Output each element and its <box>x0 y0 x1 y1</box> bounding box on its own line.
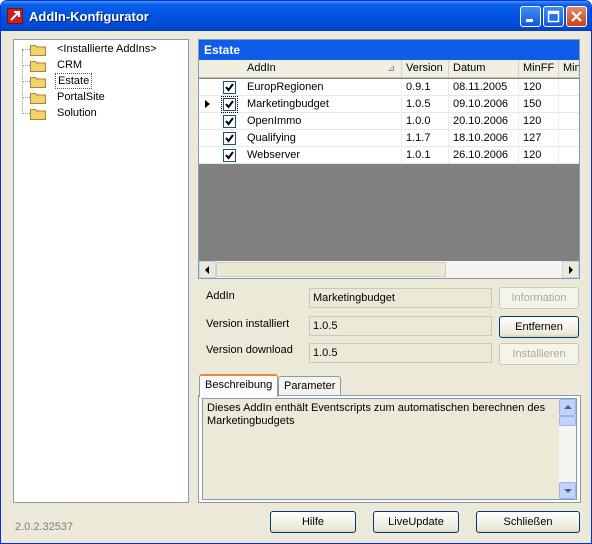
scroll-up-button[interactable] <box>559 399 576 416</box>
arrow-down-icon <box>564 489 572 493</box>
enabled-checkbox[interactable] <box>223 132 236 145</box>
column-header-datum[interactable]: Datum <box>449 60 519 78</box>
tree-item-label: PortalSite <box>57 91 105 103</box>
header-spacer <box>199 60 243 78</box>
cell-minff: 120 <box>519 113 559 130</box>
table-row[interactable]: OpenImmo 1.0.0 20.10.2006 120 <box>199 113 579 130</box>
cell-datum: 08.11.2005 <box>449 79 519 96</box>
scrollbar-thumb[interactable] <box>216 262 446 277</box>
tree-connector <box>22 49 30 50</box>
column-header-label: AddIn <box>247 62 276 74</box>
close-window-button[interactable] <box>566 6 587 27</box>
window-title: AddIn-Konfigurator <box>29 9 149 24</box>
scroll-right-button[interactable] <box>562 261 579 278</box>
description-text: Dieses AddIn enthält Eventscripts zum au… <box>207 402 546 427</box>
app-version: 2.0.2.32537 <box>15 521 74 533</box>
grid-header: AddIn ⊿ Version Datum MinFF Min <box>199 60 579 78</box>
cell-addin: OpenImmo <box>243 113 402 130</box>
vertical-scrollbar[interactable] <box>559 399 576 499</box>
folder-icon <box>30 61 46 72</box>
table-row-selected[interactable]: Marketingbudget 1.0.5 09.10.2006 150 <box>199 96 579 113</box>
install-button[interactable]: Installieren <box>499 343 579 365</box>
cell-minff: 127 <box>519 130 559 147</box>
help-button[interactable]: Hilfe <box>270 511 356 533</box>
tree-connector <box>22 113 30 114</box>
cell-addin: EuropRegionen <box>243 79 402 96</box>
addin-configurator-window: AddIn-Konfigurator <Installierte AddIns>… <box>0 0 592 544</box>
sort-indicator-icon: ⊿ <box>387 63 395 73</box>
title-bar[interactable]: AddIn-Konfigurator <box>1 1 591 31</box>
cell-minff: 150 <box>519 96 559 113</box>
version-download-label: Version download <box>206 344 293 356</box>
minimize-button[interactable] <box>520 6 541 27</box>
cell-version: 1.1.7 <box>402 130 449 147</box>
table-row[interactable]: Webserver 1.0.1 26.10.2006 120 <box>199 147 579 164</box>
addin-name-field: Marketingbudget <box>309 288 492 308</box>
liveupdate-button[interactable]: LiveUpdate <box>373 511 459 533</box>
enabled-checkbox[interactable] <box>221 96 238 113</box>
tab-parameter[interactable]: Parameter <box>278 376 342 396</box>
folder-icon <box>30 45 46 56</box>
tree-item-label: Solution <box>57 107 97 119</box>
folder-icon <box>30 93 46 104</box>
cell-version: 1.0.1 <box>402 147 449 164</box>
enabled-checkbox[interactable] <box>223 81 236 94</box>
table-row[interactable]: Qualifying 1.1.7 18.10.2006 127 <box>199 130 579 147</box>
close-button[interactable]: Schließen <box>476 511 580 533</box>
cell-addin: Qualifying <box>243 130 402 147</box>
maximize-button[interactable] <box>543 6 564 27</box>
scrollbar-thumb[interactable] <box>559 416 576 426</box>
cell-version: 1.0.0 <box>402 113 449 130</box>
cell-minff: 120 <box>519 79 559 96</box>
cell-addin: Marketingbudget <box>243 96 402 113</box>
cell-datum: 20.10.2006 <box>449 113 519 130</box>
tree-item-label: Estate <box>55 73 93 89</box>
app-icon <box>7 8 23 24</box>
cell-version: 1.0.5 <box>402 96 449 113</box>
description-textarea[interactable]: Dieses AddIn enthält Eventscripts zum au… <box>202 398 577 500</box>
enabled-checkbox[interactable] <box>223 149 236 162</box>
arrow-left-icon <box>205 266 209 274</box>
cell-datum: 18.10.2006 <box>449 130 519 147</box>
column-header-min[interactable]: Min <box>559 60 579 78</box>
tree-connector <box>22 81 30 82</box>
current-row-indicator-icon <box>205 100 210 108</box>
folder-icon <box>30 109 46 120</box>
addin-category-tree[interactable]: <Installierte AddIns> CRM Estate PortalS… <box>13 39 189 503</box>
tree-connector <box>22 65 30 66</box>
horizontal-scrollbar[interactable] <box>199 261 579 278</box>
tab-beschreibung[interactable]: Beschreibung <box>199 374 279 397</box>
enabled-checkbox[interactable] <box>223 115 236 128</box>
cell-version: 0.9.1 <box>402 79 449 96</box>
addin-label: AddIn <box>206 290 235 302</box>
version-installed-field: 1.0.5 <box>309 316 492 336</box>
version-download-field: 1.0.5 <box>309 343 492 363</box>
cell-datum: 26.10.2006 <box>449 147 519 164</box>
scroll-down-button[interactable] <box>559 482 576 499</box>
tree-item-label: <Installierte AddIns> <box>57 43 157 55</box>
cell-datum: 09.10.2006 <box>449 96 519 113</box>
cell-addin: Webserver <box>243 147 402 164</box>
cell-minff: 120 <box>519 147 559 164</box>
version-installed-label: Version installiert <box>206 318 290 330</box>
addin-grid[interactable]: Estate AddIn ⊿ Version Datum MinFF Min E… <box>198 39 580 279</box>
column-header-minff[interactable]: MinFF <box>519 60 559 78</box>
tree-connector <box>22 97 30 98</box>
column-header-version[interactable]: Version <box>402 60 449 78</box>
tree-item-label: CRM <box>57 59 83 71</box>
scroll-left-button[interactable] <box>199 261 216 278</box>
tree-connector <box>22 50 23 114</box>
information-button[interactable]: Information <box>499 287 579 309</box>
table-row[interactable]: EuropRegionen 0.9.1 08.11.2005 120 <box>199 79 579 96</box>
arrow-up-icon <box>564 405 572 409</box>
column-header-addin[interactable]: AddIn ⊿ <box>243 60 402 78</box>
remove-button[interactable]: Entfernen <box>499 316 579 338</box>
open-folder-icon <box>30 77 46 88</box>
grid-caption: Estate <box>199 40 579 60</box>
arrow-right-icon <box>569 266 573 274</box>
